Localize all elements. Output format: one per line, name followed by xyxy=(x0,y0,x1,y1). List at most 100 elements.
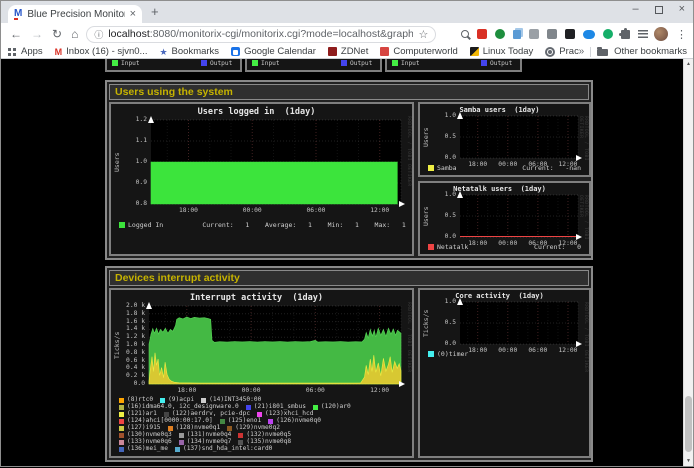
close-window-button[interactable]: × xyxy=(679,3,685,15)
y-tick-label: 0.0 xyxy=(429,341,456,347)
partial-graph-box[interactable]: InputOutput xyxy=(105,59,242,72)
messenger-extension-icon[interactable] xyxy=(583,30,595,39)
graph-title: Interrupt activity (1day) xyxy=(111,293,402,303)
y-tick-label: 1.6 k xyxy=(118,319,145,325)
forward-icon[interactable]: → xyxy=(31,28,43,40)
green-extension-icon[interactable] xyxy=(495,29,505,39)
y-tick-label: 1.0 xyxy=(429,299,456,305)
graph-samba-users[interactable]: Samba users (1day)Users1.00.50.018:0000:… xyxy=(418,102,591,177)
y-tick-label: 1.0 xyxy=(429,192,456,198)
legend-swatch xyxy=(119,412,124,417)
page-info-icon[interactable]: ⓘ xyxy=(94,28,103,41)
graph-interrupt-activity[interactable]: Interrupt activity (1day)Ticks/s2.0 k1.8… xyxy=(109,288,414,458)
bookmark-star-icon[interactable]: ☆ xyxy=(418,28,428,41)
scroll-up-icon[interactable]: ▲ xyxy=(684,61,693,67)
bookmark-linuxtoday[interactable]: Linux Today xyxy=(470,46,534,57)
copy-pages-extension-icon[interactable] xyxy=(513,30,521,39)
extensions-area xyxy=(461,29,648,39)
x-tick-label: 18:00 xyxy=(174,388,200,394)
y-tick-label: 1.2 xyxy=(120,117,147,123)
puzzle-extension-icon[interactable] xyxy=(621,30,630,39)
search-extension-icon[interactable] xyxy=(461,30,469,38)
bookmark-computerworld[interactable]: Computerworld xyxy=(380,46,457,57)
y-tick-label: 0.4 k xyxy=(118,365,145,371)
y-tick-label: 2.0 k xyxy=(118,303,145,309)
y-tick-label: 1.2 k xyxy=(118,334,145,340)
maximize-button[interactable] xyxy=(655,6,663,14)
graph-legend: SambaCurrent: -nan xyxy=(428,165,581,173)
bookmarks-divider xyxy=(590,47,591,57)
graph-netatalk-users[interactable]: Netatalk users (1day)Users1.00.50.018:00… xyxy=(418,181,591,256)
reading-list-extension-icon[interactable] xyxy=(638,30,648,38)
browser-tab[interactable]: M Blue Precision Monitorix × xyxy=(8,5,142,23)
bookmarks-items: Apps MInbox (16) - sjvn0... ★Bookmarks Goog… xyxy=(7,46,579,57)
graph-legend-grid: (8)rtc0(9)acpi(14)INT3450:00(16)idma64.0… xyxy=(119,397,408,453)
legend-series: Samba xyxy=(428,165,457,173)
legend-swatch xyxy=(119,440,124,445)
scroll-thumb[interactable] xyxy=(685,396,692,452)
partial-graph-box[interactable]: InputOutput xyxy=(245,59,382,72)
graph-users-logged-in[interactable]: Users logged in (1day)Users1.21.11.00.90… xyxy=(109,102,414,256)
bookmark-gmail-m[interactable]: MInbox (16) - sjvn0... xyxy=(55,46,148,57)
minimize-button[interactable]: – xyxy=(632,3,638,15)
y-tick-label: 0.2 k xyxy=(118,373,145,379)
grammarly-extension-icon[interactable] xyxy=(603,29,613,39)
legend-swatch xyxy=(238,433,243,438)
new-tab-button[interactable]: + xyxy=(151,4,159,19)
monitorix-page: InputOutputInputOutputInputOutput Users … xyxy=(1,59,693,466)
reload-icon[interactable]: ↻ xyxy=(52,28,62,40)
x-tick-label: 06:00 xyxy=(302,388,328,394)
gmail-extension-icon[interactable] xyxy=(477,29,487,39)
other-bookmarks-button[interactable]: Other bookmarks xyxy=(614,46,687,57)
zdnet-icon xyxy=(328,47,337,56)
bookmark-star[interactable]: ★Bookmarks xyxy=(159,46,219,57)
cast-extension-icon[interactable] xyxy=(547,29,557,39)
profile-avatar[interactable] xyxy=(654,27,668,41)
bookmark-apps-grid[interactable]: Apps xyxy=(7,46,43,57)
y-tick-label: 0.5 xyxy=(429,213,456,219)
legend-swatch xyxy=(112,60,118,66)
plot-area xyxy=(460,302,578,344)
window-controls: – × xyxy=(632,3,685,15)
scroll-down-icon[interactable]: ▼ xyxy=(684,458,693,464)
legend-swatch xyxy=(341,60,347,66)
scrollbar[interactable]: ▲ ▼ xyxy=(683,59,693,466)
legend-swatch xyxy=(238,440,243,445)
home-icon[interactable]: ⌂ xyxy=(71,28,78,40)
y-tick-label: 0.8 k xyxy=(118,350,145,356)
back-icon[interactable]: ← xyxy=(10,28,22,40)
bookmarks-overflow-icon[interactable]: » xyxy=(579,46,585,57)
bookmark-calendar[interactable]: Google Calendar xyxy=(231,46,316,57)
rrdtool-watermark: RRDTOOL / TOBI OETIKER xyxy=(583,302,588,373)
url-text: localhost:8080/monitorix-cgi/monitorix.c… xyxy=(108,28,413,40)
y-tick-label: 0.5 xyxy=(429,134,456,140)
legend-swatch xyxy=(481,60,487,66)
section-interrupts: Devices interrupt activity Interrupt act… xyxy=(105,266,593,462)
dark-app-extension-icon[interactable] xyxy=(565,29,575,39)
input-legend: Input xyxy=(252,60,280,67)
browser-menu-icon[interactable]: ⋮ xyxy=(676,28,687,41)
screenshot-extension-icon[interactable] xyxy=(529,29,539,39)
bookmark-wordpress[interactable]: Practical Technol... xyxy=(545,46,578,57)
partial-graph-box[interactable]: InputOutput xyxy=(385,59,522,72)
section-users: Users using the system Users logged in (… xyxy=(105,80,593,260)
page-content: InputOutputInputOutputInputOutput Users … xyxy=(105,59,593,468)
tab-close-icon[interactable]: × xyxy=(130,8,136,20)
legend-swatch xyxy=(119,222,125,228)
bookmark-zdnet[interactable]: ZDNet xyxy=(328,46,368,57)
legend-swatch xyxy=(168,426,173,431)
omnibox[interactable]: ⓘ localhost:8080/monitorix-cgi/monitorix… xyxy=(86,26,436,43)
rrdtool-watermark: RRDTOOL / TOBI OETIKER xyxy=(406,302,411,373)
graph-legend: Logged In Current: 1 Average: 1 Min: 1 M… xyxy=(119,222,404,230)
graph-core-activity[interactable]: Core activity (1day)Ticks/s1.00.50.018:0… xyxy=(418,288,591,458)
folder-icon xyxy=(597,49,608,56)
x-tick-label: 12:00 xyxy=(367,208,393,214)
linuxtoday-icon xyxy=(470,47,479,56)
section-title: Devices interrupt activity xyxy=(109,270,589,286)
legend-swatch xyxy=(268,419,273,424)
bookmark-label: Computerworld xyxy=(393,46,457,57)
legend-entry: (137)snd_hda_intel:card0 xyxy=(175,446,272,452)
legend-swatch xyxy=(119,426,124,431)
tab-title: Blue Precision Monitorix xyxy=(27,9,124,20)
x-tick-label: 12:00 xyxy=(367,388,393,394)
